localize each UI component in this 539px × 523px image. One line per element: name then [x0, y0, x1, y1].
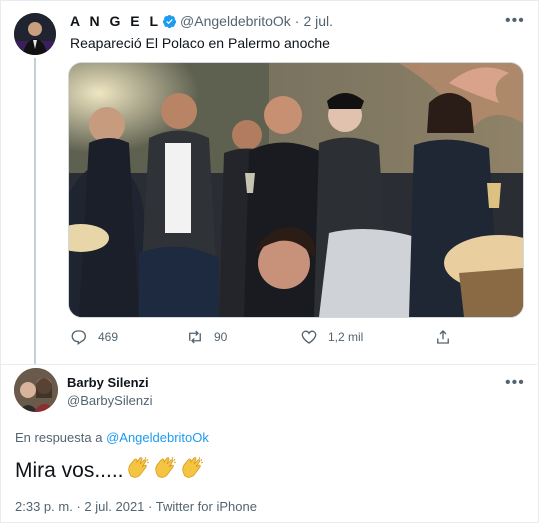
share-icon — [437, 330, 449, 344]
like-count: 1,2 mil — [328, 330, 364, 344]
reply-more-options-icon[interactable]: ••• — [505, 375, 525, 391]
separator-dot: · — [294, 13, 300, 29]
author-name[interactable]: A N G E L — [70, 13, 161, 29]
divider — [0, 364, 537, 365]
tweet-date[interactable]: 2 jul. — [303, 13, 333, 29]
clapping-hands-icon — [179, 456, 205, 486]
reply-icon — [71, 330, 86, 346]
clapping-hands-icon — [152, 456, 178, 486]
author-avatar[interactable] — [14, 13, 56, 55]
reply-count: 469 — [98, 330, 119, 344]
thread-connector-line — [34, 58, 36, 365]
replying-to-line: En respuesta a @AngeldebritoOk — [15, 430, 209, 445]
tweet-actions: 469 90 1,2 mil — [70, 328, 470, 350]
like-action[interactable]: 1,2 mil — [300, 328, 363, 346]
reply-meta: 2:33 p. m. · 2 jul. 2021 · Twitter for i… — [15, 499, 257, 514]
clapping-hands-icon — [125, 456, 151, 486]
tweet-photo[interactable] — [68, 62, 524, 318]
heart-icon — [301, 330, 317, 344]
reply-date[interactable]: 2 jul. 2021 — [84, 499, 144, 514]
more-options-icon[interactable]: ••• — [505, 13, 525, 29]
separator-dot: · — [76, 499, 81, 514]
retweet-count: 90 — [214, 330, 228, 344]
reply-author-handle[interactable]: @BarbySilenzi — [67, 393, 152, 408]
tweet-header: A N G E L @AngeldebritoOk · 2 jul. — [70, 13, 333, 29]
verified-badge-icon — [162, 14, 177, 29]
reply-action[interactable]: 469 — [70, 328, 118, 346]
tweet-text: Reapareció El Polaco en Palermo anoche — [70, 35, 330, 51]
reply-text-content: Mira vos..... — [15, 459, 124, 482]
reply-text: Mira vos..... — [15, 456, 205, 486]
replying-to-mention[interactable]: @AngeldebritoOk — [106, 430, 209, 445]
replying-to-label: En respuesta a — [15, 430, 103, 445]
retweet-icon — [189, 330, 201, 344]
author-handle[interactable]: @AngeldebritoOk — [180, 13, 291, 29]
reply-time[interactable]: 2:33 p. m. — [15, 499, 73, 514]
reply-author-avatar[interactable] — [14, 368, 58, 412]
retweet-action[interactable]: 90 — [186, 328, 227, 346]
separator-dot: · — [148, 499, 153, 514]
reply-author-name[interactable]: Barby Silenzi — [67, 375, 149, 390]
share-action[interactable] — [434, 328, 462, 346]
reply-source[interactable]: Twitter for iPhone — [156, 499, 257, 514]
